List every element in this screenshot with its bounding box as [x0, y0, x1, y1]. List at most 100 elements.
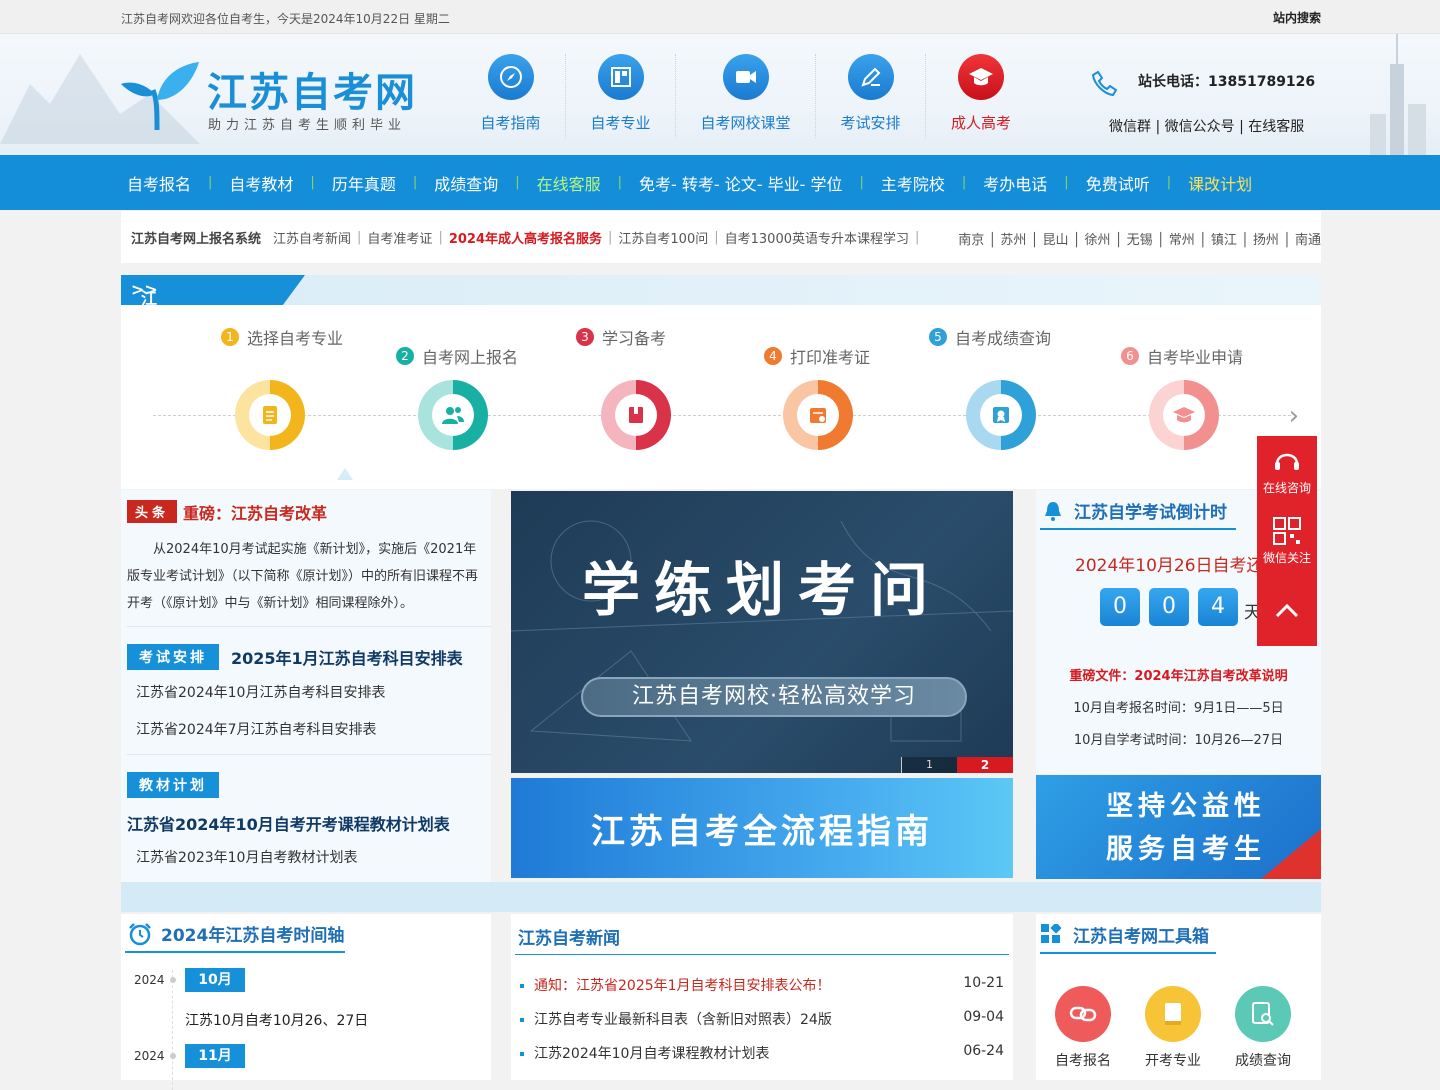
main-nav-item[interactable]: 成绩查询: [434, 171, 498, 195]
sub-link[interactable]: 江苏自考100问: [618, 228, 708, 247]
certificate-icon: [993, 407, 1009, 423]
main-nav-item[interactable]: 自考报名: [127, 171, 191, 195]
banner-pagination: 1 2: [901, 757, 1013, 773]
site-logo[interactable]: 江苏自考网 助力江苏自考生顺利毕业: [121, 56, 421, 146]
sub-link-highlight[interactable]: 2024年成人高考报名服务: [449, 228, 602, 247]
headset-icon: [1275, 453, 1299, 470]
process-step-label: 2 自考网上报名: [396, 344, 518, 368]
search-document-icon: [1235, 986, 1291, 1042]
timeline-event[interactable]: 江苏10月自考10月26、27日: [185, 1010, 368, 1030]
math-background-decoration: [511, 520, 1013, 742]
process-steps: 1 选择自考专业 2 自考网上报名 3 学习备考 4 打印准考证 5 自考成绩查询 6 自考…: [121, 305, 1321, 489]
countdown-digit: 0: [1100, 588, 1140, 626]
tool-majors[interactable]: 开考专业: [1133, 986, 1213, 1070]
list-item[interactable]: 江苏省2024年10月江苏自考科目安排表: [136, 682, 385, 702]
logo-title: 江苏自考网: [207, 69, 417, 116]
news-item[interactable]: 通知：江苏省2025年1月自考科目安排表公布！ 10-21: [520, 975, 1004, 995]
contact-links[interactable]: 微信群 | 微信公众号 | 在线客服: [1109, 116, 1304, 136]
process-guide-banner[interactable]: 江苏自考全流程指南: [511, 778, 1013, 878]
news-item[interactable]: 江苏自考专业最新科目表（含新旧对照表）24版 09-04: [520, 1009, 1004, 1029]
countdown-digit: 4: [1198, 588, 1238, 626]
qr-code-icon: [1273, 517, 1301, 545]
main-nav-item[interactable]: 历年真题: [332, 171, 396, 195]
nav-guide-label: 自考指南: [480, 114, 541, 132]
left-news-column: 头条 重磅：江苏自考改革 从2024年10月考试起实施《新计划》，实施后《202…: [121, 490, 491, 882]
hotline-text: 站长电话：13851789126: [1138, 74, 1316, 90]
public-welfare-banner[interactable]: 坚持公益性 服务自考生: [1036, 775, 1321, 879]
nav-exam-schedule[interactable]: 考试安排: [816, 54, 926, 138]
timeline-year: 2024: [134, 1049, 165, 1063]
compass-icon: [487, 54, 534, 100]
textbook-plan-title[interactable]: 江苏省2024年10月自考开考课程教材计划表: [127, 811, 450, 835]
nav-online-class[interactable]: 自考网校课堂: [676, 54, 816, 138]
back-to-top-button[interactable]: [1257, 596, 1317, 629]
site-search-link[interactable]: 站内搜索: [1273, 9, 1321, 26]
wechat-follow-button[interactable]: 微信关注: [1257, 516, 1317, 566]
floating-sidebar: 在线咨询 微信关注: [1257, 436, 1317, 646]
step-print-ticket[interactable]: [783, 380, 853, 450]
process-step-label: 1 选择自考专业: [221, 325, 343, 349]
main-nav-item[interactable]: 免考- 转考- 论文- 毕业- 学位: [639, 171, 842, 195]
step-graduation[interactable]: [1149, 380, 1219, 450]
sub-link[interactable]: 自考准考证: [367, 228, 432, 247]
main-nav-item[interactable]: 考办电话: [983, 171, 1047, 195]
link-icon: [1055, 986, 1111, 1042]
book-icon: [1145, 986, 1201, 1042]
city-links[interactable]: 南京 │ 苏州 │ 昆山 │ 徐州 │ 无锡 │ 常州 │ 镇江 │ 扬州 │ …: [958, 229, 1321, 248]
process-step-label: 5 自考成绩查询: [929, 325, 1051, 349]
nav-adult-exam-label: 成人高考: [950, 114, 1011, 132]
nav-adult-exam[interactable]: 成人高考: [926, 54, 1036, 138]
tool-register[interactable]: 自考报名: [1043, 986, 1123, 1070]
toolbox-title: 江苏自考网工具箱: [1073, 927, 1209, 947]
process-step-label: 3 学习备考: [576, 325, 666, 349]
list-item[interactable]: 江苏省2023年10月自考教材计划表: [136, 847, 357, 867]
video-icon: [722, 54, 769, 100]
main-nav-item[interactable]: 自考教材: [229, 171, 293, 195]
main-nav-item[interactable]: 课改计划: [1188, 171, 1252, 195]
users-icon: [442, 407, 464, 424]
sub-link[interactable]: 江苏自考新闻: [273, 228, 351, 247]
banner-page-button-active[interactable]: 2: [957, 757, 1013, 773]
main-nav: 自考报名 | 自考教材 | 历年真题 | 成绩查询 | 在线客服 | 免考- 转考- 论文…: [0, 155, 1440, 210]
exam-schedule-title[interactable]: 2025年1月江苏自考科目安排表: [231, 645, 463, 669]
news-item[interactable]: 江苏2024年10月自考课程教材计划表 06-24: [520, 1043, 1004, 1063]
toolbox-panel: 江苏自考网工具箱 自考报名 开考专业 成绩查询: [1036, 914, 1321, 1080]
phone-icon: [1091, 70, 1118, 97]
timeline-title: 2024年江苏自考时间轴: [161, 926, 345, 946]
headline-title[interactable]: 重磅：江苏自考改革: [183, 500, 327, 524]
tool-score-query[interactable]: 成绩查询: [1223, 986, 1303, 1070]
nav-majors[interactable]: 自考专业: [566, 54, 676, 138]
process-step-label: 6 自考毕业申请: [1121, 344, 1243, 368]
reform-notice-link[interactable]: 重磅文件：2024年江苏自考改革说明: [1036, 665, 1321, 684]
online-consult-button[interactable]: 在线咨询: [1257, 446, 1317, 496]
step-choose-major[interactable]: [235, 380, 305, 450]
timeline-year: 2024: [134, 973, 165, 987]
timeline-month: 11月: [185, 1044, 245, 1068]
header-nav-icons: 自考指南 自考专业 自考网校课堂 考试安排 成人高考: [456, 54, 1036, 154]
content-wrap: 江苏自考网上报名系统 江苏自考新闻 | 自考准考证 | 2024年成人高考报名服务 |…: [121, 211, 1321, 489]
registration-time: 10月自考报名时间：9月1日——5日: [1073, 701, 1284, 716]
sub-link[interactable]: 自考13000英语专升本课程学习: [725, 228, 909, 247]
banner-headline: 学练划考问: [581, 556, 942, 624]
step-register[interactable]: [418, 380, 488, 450]
main-nav-item[interactable]: 主考院校: [881, 171, 945, 195]
main-nav-item[interactable]: 免费试听: [1086, 171, 1150, 195]
list-item[interactable]: 江苏省2024年7月江苏自考科目安排表: [136, 719, 377, 739]
chevron-right-icon[interactable]: ›: [1289, 401, 1299, 431]
step-study[interactable]: [601, 380, 671, 450]
welcome-text: 江苏自考网欢迎各位自考生，今天是2024年10月22日 星期二: [121, 12, 450, 26]
countdown-digit: 0: [1149, 588, 1189, 626]
nav-guide[interactable]: 自考指南: [456, 54, 566, 138]
toolbox-icon: [1041, 924, 1061, 943]
main-nav-item[interactable]: 在线客服: [537, 171, 601, 195]
registration-system-link[interactable]: 江苏自考网上报名系统: [131, 228, 261, 247]
header-contact: 站长电话：13851789126 微信群 | 微信公众号 | 在线客服: [1090, 68, 1330, 148]
news-panel: 江苏自考新闻 通知：江苏省2025年1月自考科目安排表公布！ 10-21 江苏自考…: [511, 914, 1013, 1080]
calendar-icon: [810, 408, 826, 423]
nav-exam-schedule-label: 考试安排: [840, 114, 901, 132]
section-divider-strip: [121, 882, 1321, 912]
hero-banner[interactable]: 学练划考问 江苏自考网校·轻松高效学习 1 2: [511, 491, 1013, 773]
step-score-query[interactable]: [966, 380, 1036, 450]
banner-page-button[interactable]: 1: [901, 757, 957, 773]
process-step-label: 4 打印准考证: [764, 344, 870, 368]
